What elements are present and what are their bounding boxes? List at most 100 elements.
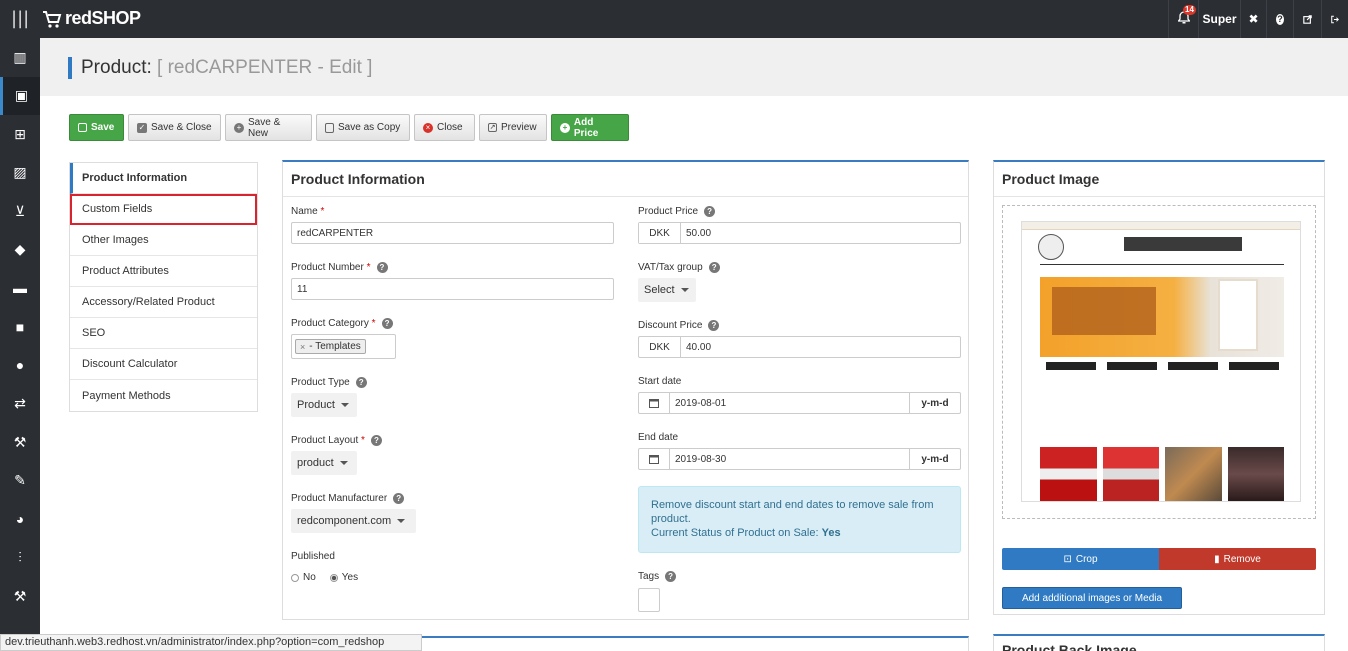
- thumb-feature-row: [1040, 362, 1284, 406]
- help-icon[interactable]: ?: [665, 571, 677, 582]
- help-icon[interactable]: ?: [355, 377, 367, 388]
- discount-price-input[interactable]: 40.00: [681, 337, 711, 357]
- add-media-button[interactable]: Add additional images or Media: [1002, 587, 1182, 609]
- product-image-thumbnail: [1021, 221, 1301, 502]
- radio-no-label: No: [303, 572, 316, 583]
- alert-message: Remove discount start and end dates to r…: [651, 499, 934, 525]
- page-title-prefix: Product:: [81, 57, 152, 78]
- end-date-input[interactable]: 2019-08-30: [669, 449, 910, 469]
- gavel-icon[interactable]: ⚒: [0, 423, 40, 462]
- discount-price-label: Discount Price?: [638, 320, 720, 331]
- help-icon[interactable]: ?: [704, 206, 716, 217]
- help-icon[interactable]: ?: [381, 318, 393, 329]
- sliders-icon[interactable]: ⫶: [0, 539, 40, 578]
- sitemap-icon[interactable]: ⊞: [0, 115, 40, 154]
- help-icon[interactable]: ?: [370, 435, 382, 446]
- help-icon[interactable]: ?: [708, 262, 720, 273]
- top-navbar: ||| redSHOP 14 Super ✖ ?: [0, 0, 1348, 38]
- tag-icon[interactable]: ◆: [0, 231, 40, 270]
- product-layout-select[interactable]: product: [291, 451, 357, 475]
- cart-icon[interactable]: ⊻: [0, 192, 40, 231]
- pencil-icon[interactable]: ✎: [0, 462, 40, 501]
- product-manufacturer-value: redcomponent.com: [297, 515, 392, 527]
- logout-icon[interactable]: [1321, 0, 1348, 38]
- chart-icon[interactable]: ▥: [0, 38, 40, 77]
- chevron-down-icon: [340, 403, 349, 407]
- thumb-banner: [1040, 277, 1284, 357]
- remove-tag-icon[interactable]: ×: [300, 342, 305, 352]
- thumb-banner-box: [1052, 287, 1156, 335]
- external-link-icon[interactable]: [1293, 0, 1321, 38]
- remove-button[interactable]: ▮ Remove: [1159, 548, 1316, 570]
- save-close-button[interactable]: ✓ Save & Close: [128, 114, 221, 141]
- calendar-icon[interactable]: [639, 449, 669, 469]
- thumb-feature: [1228, 362, 1279, 406]
- thumb-top-strip: [1022, 222, 1300, 230]
- image-icon[interactable]: ▨: [0, 154, 40, 193]
- brand-logo[interactable]: redSHOP: [42, 8, 141, 29]
- help-icon[interactable]: ?: [708, 320, 720, 331]
- product-category-select[interactable]: × - Templates: [291, 334, 396, 359]
- truck-icon[interactable]: ■: [0, 308, 40, 347]
- plus-circle-icon: +: [234, 122, 244, 133]
- chevron-down-icon: [680, 288, 689, 292]
- product-number-input[interactable]: 11: [291, 278, 614, 300]
- product-manufacturer-select[interactable]: redcomponent.com: [291, 509, 416, 533]
- product-number-label: Product Number *?: [291, 262, 388, 273]
- help-icon[interactable]: ?: [376, 262, 388, 273]
- add-price-button[interactable]: + Add Price: [551, 114, 629, 141]
- product-type-select[interactable]: Product: [291, 393, 357, 417]
- save-new-button[interactable]: + Save & New: [225, 114, 312, 141]
- hammer-icon[interactable]: ⚒: [0, 577, 40, 616]
- crop-button[interactable]: ⊡ Crop: [1002, 548, 1159, 570]
- trash-icon: ▮: [1214, 553, 1220, 565]
- tab-custom-fields[interactable]: Custom Fields: [70, 194, 257, 225]
- tab-payment-methods[interactable]: Payment Methods: [70, 380, 257, 411]
- image-dropzone[interactable]: [1002, 205, 1316, 519]
- product-tabs: Product Information Custom Fields Other …: [69, 162, 258, 412]
- product-number-label-text: Product Number: [291, 262, 364, 274]
- joomla-icon[interactable]: ✖: [1240, 0, 1266, 38]
- tab-seo[interactable]: SEO: [70, 318, 257, 349]
- preview-button[interactable]: ↗ Preview: [479, 114, 547, 141]
- user-menu[interactable]: Super: [1198, 0, 1240, 38]
- vat-select[interactable]: Select: [638, 278, 696, 302]
- exchange-icon[interactable]: ⇄: [0, 385, 40, 424]
- tab-accessory-related[interactable]: Accessory/Related Product: [70, 287, 257, 318]
- help-icon[interactable]: ?: [1266, 0, 1293, 38]
- menu-toggle-icon[interactable]: |||: [11, 10, 29, 28]
- save-copy-button[interactable]: Save as Copy: [316, 114, 410, 141]
- pie-chart-icon[interactable]: ◕: [0, 500, 40, 539]
- sale-status-label: Current Status of Product on Sale:: [651, 527, 819, 539]
- thumb-gallery-image: [1102, 447, 1159, 501]
- vat-label-text: VAT/Tax group: [638, 262, 703, 274]
- required-mark: *: [366, 262, 371, 274]
- comment-icon[interactable]: ▬: [0, 269, 40, 308]
- close-label: Close: [437, 122, 463, 133]
- save-button[interactable]: Save: [69, 114, 124, 141]
- tab-other-images[interactable]: Other Images: [70, 225, 257, 256]
- calendar-icon[interactable]: [639, 393, 669, 413]
- tab-product-information[interactable]: Product Information: [70, 163, 257, 194]
- tags-input[interactable]: [638, 588, 660, 612]
- radio-no[interactable]: [291, 573, 299, 582]
- notifications-button[interactable]: 14: [1168, 0, 1198, 38]
- briefcase-icon[interactable]: ▣: [0, 76, 40, 115]
- thumb-gallery-image: [1165, 447, 1222, 501]
- radio-yes[interactable]: [329, 573, 338, 582]
- category-tag-label: - Templates: [309, 341, 361, 352]
- product-price-input[interactable]: 50.00: [681, 223, 711, 243]
- name-input[interactable]: redCARPENTER: [291, 222, 614, 244]
- brand-name: redSHOP: [65, 8, 141, 28]
- product-information-panel: Product Information Name * redCARPENTER …: [282, 160, 969, 620]
- page-title: Product: [ redCARPENTER - Edit ]: [68, 57, 372, 79]
- help-icon[interactable]: ?: [393, 493, 405, 504]
- tab-product-attributes[interactable]: Product Attributes: [70, 256, 257, 287]
- thumb-feature: [1045, 362, 1096, 406]
- tab-discount-calculator[interactable]: Discount Calculator: [70, 349, 257, 380]
- start-date-input[interactable]: 2019-08-01: [669, 393, 910, 413]
- date-format-addon: y-m-d: [921, 397, 949, 409]
- product-manufacturer-label: Product Manufacturer?: [291, 493, 405, 504]
- close-button[interactable]: × Close: [414, 114, 475, 141]
- user-icon[interactable]: ●: [0, 346, 40, 385]
